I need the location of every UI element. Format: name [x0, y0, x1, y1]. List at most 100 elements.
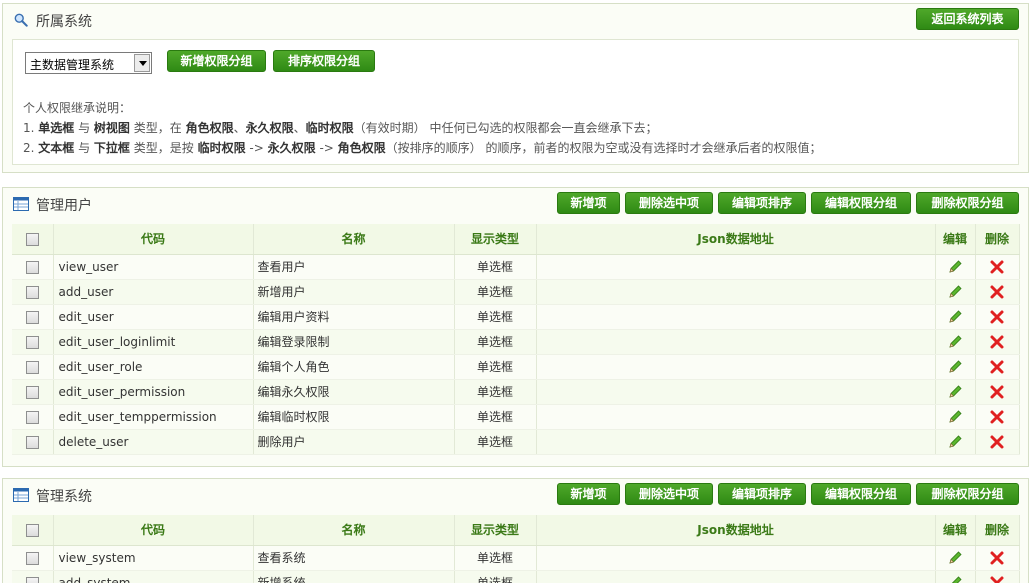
cell-name: 新增用户 — [253, 279, 455, 305]
row-checkbox[interactable] — [25, 285, 39, 299]
cell-code: add_user — [53, 279, 254, 305]
add-permission-group-button[interactable]: 新增权限分组 — [167, 50, 266, 72]
delete-selected-button[interactable]: 删除选中项 — [625, 192, 713, 214]
permission-table: 代码 名称 显示类型 Json数据地址 编辑 删除 view_system 查看系… — [12, 515, 1020, 583]
cell-type: 单选框 — [454, 379, 537, 405]
pencil-icon[interactable] — [947, 550, 963, 564]
cell-type: 单选框 — [454, 279, 537, 305]
cell-code: delete_user — [53, 429, 254, 455]
delete-selected-button[interactable]: 删除选中项 — [625, 483, 713, 505]
cell-name: 编辑用户资料 — [253, 304, 455, 330]
row-checkbox[interactable] — [25, 576, 39, 583]
cell-code: view_system — [53, 545, 254, 571]
table-row: add_user 新增用户 单选框 — [12, 279, 1020, 305]
table-row: edit_user 编辑用户资料 单选框 — [12, 304, 1020, 330]
cell-json — [536, 570, 936, 583]
table-icon — [13, 197, 29, 211]
permission-table: 代码 名称 显示类型 Json数据地址 编辑 删除 view_user 查看用户单… — [12, 224, 1020, 455]
column-type: 显示类型 — [454, 224, 537, 255]
cell-json — [536, 404, 936, 430]
permission-inheritance-description: 个人权限继承说明： 1. 单选框 与 树视图 类型，在 角色权限、永久权限、临时… — [23, 98, 821, 158]
red-x-icon[interactable] — [989, 384, 1005, 398]
select-all-checkbox[interactable] — [25, 232, 39, 246]
select-all-checkbox[interactable] — [25, 523, 39, 537]
row-checkbox[interactable] — [25, 335, 39, 349]
red-x-icon[interactable] — [989, 409, 1005, 423]
cell-type: 单选框 — [454, 404, 537, 430]
cell-name: 编辑临时权限 — [253, 404, 455, 430]
cell-type: 单选框 — [454, 354, 537, 380]
table-row: add_system 新增系统 单选框 — [12, 570, 1020, 583]
sort-items-button[interactable]: 编辑项排序 — [718, 483, 806, 505]
row-checkbox[interactable] — [25, 260, 39, 274]
column-delete: 删除 — [975, 224, 1020, 255]
pencil-icon[interactable] — [947, 334, 963, 348]
add-item-button[interactable]: 新增项 — [557, 192, 620, 214]
pencil-icon[interactable] — [947, 575, 963, 583]
pencil-icon[interactable] — [947, 434, 963, 448]
cell-json — [536, 545, 936, 571]
cell-json — [536, 304, 936, 330]
row-checkbox[interactable] — [25, 435, 39, 449]
cell-code: add_system — [53, 570, 254, 583]
system-panel-body: 主数据管理系统 新增权限分组 排序权限分组 个人权限继承说明： 1. 单选框 与… — [12, 39, 1019, 165]
row-checkbox[interactable] — [25, 385, 39, 399]
group-header: 管理系统 新增项 删除选中项 编辑项排序 编辑权限分组 删除权限分组 — [3, 479, 1028, 511]
desc-line-1: 1. 单选框 与 树视图 类型，在 角色权限、永久权限、临时权限（有效时期） 中… — [23, 121, 658, 135]
cell-name: 编辑个人角色 — [253, 354, 455, 380]
column-edit: 编辑 — [935, 224, 976, 255]
pencil-icon[interactable] — [947, 384, 963, 398]
magnifier-icon — [14, 13, 28, 27]
delete-permission-group-button[interactable]: 删除权限分组 — [916, 192, 1019, 214]
group-manage-system-panel: 管理系统 新增项 删除选中项 编辑项排序 编辑权限分组 删除权限分组 代码 名称… — [2, 478, 1029, 583]
row-checkbox[interactable] — [25, 310, 39, 324]
red-x-icon[interactable] — [989, 359, 1005, 373]
edit-permission-group-button[interactable]: 编辑权限分组 — [811, 483, 911, 505]
red-x-icon[interactable] — [989, 284, 1005, 298]
back-to-system-list-button[interactable]: 返回系统列表 — [916, 8, 1019, 30]
cell-json — [536, 254, 936, 280]
cell-code: edit_user — [53, 304, 254, 330]
add-item-button[interactable]: 新增项 — [557, 483, 620, 505]
system-panel-title: 所属系统 — [36, 14, 92, 30]
column-json: Json数据地址 — [536, 515, 936, 546]
column-type: 显示类型 — [454, 515, 537, 546]
sort-permission-group-button[interactable]: 排序权限分组 — [273, 50, 375, 72]
red-x-icon[interactable] — [989, 550, 1005, 564]
red-x-icon[interactable] — [989, 259, 1005, 273]
row-checkbox[interactable] — [25, 410, 39, 424]
desc-line-2: 2. 文本框 与 下拉框 类型，是按 临时权限 -> 永久权限 -> 角色权限（… — [23, 141, 822, 155]
pencil-icon[interactable] — [947, 309, 963, 323]
cell-code: edit_user_permission — [53, 379, 254, 405]
sort-items-button[interactable]: 编辑项排序 — [718, 192, 806, 214]
red-x-icon[interactable] — [989, 309, 1005, 323]
cell-name: 编辑永久权限 — [253, 379, 455, 405]
cell-name: 新增系统 — [253, 570, 455, 583]
red-x-icon[interactable] — [989, 334, 1005, 348]
red-x-icon[interactable] — [989, 575, 1005, 583]
cell-type: 单选框 — [454, 429, 537, 455]
chevron-down-icon[interactable] — [134, 54, 150, 72]
cell-code: edit_user_role — [53, 354, 254, 380]
pencil-icon[interactable] — [947, 409, 963, 423]
table-icon — [13, 488, 29, 502]
column-json: Json数据地址 — [536, 224, 936, 255]
system-select-value: 主数据管理系统 — [30, 58, 115, 72]
cell-type: 单选框 — [454, 545, 537, 571]
table-row: edit_user_loginlimit 编辑登录限制 单选框 — [12, 329, 1020, 355]
table-row: edit_user_role 编辑个人角色 单选框 — [12, 354, 1020, 380]
system-panel-header: 所属系统 返回系统列表 — [3, 4, 1028, 36]
cell-name: 查看系统 — [253, 545, 455, 571]
cell-type: 单选框 — [454, 254, 537, 280]
pencil-icon[interactable] — [947, 359, 963, 373]
edit-permission-group-button[interactable]: 编辑权限分组 — [811, 192, 911, 214]
delete-permission-group-button[interactable]: 删除权限分组 — [916, 483, 1019, 505]
system-select[interactable]: 主数据管理系统 — [25, 52, 152, 74]
row-checkbox[interactable] — [25, 360, 39, 374]
pencil-icon[interactable] — [947, 284, 963, 298]
cell-type: 单选框 — [454, 329, 537, 355]
row-checkbox[interactable] — [25, 551, 39, 565]
pencil-icon[interactable] — [947, 259, 963, 273]
cell-code: edit_user_temppermission — [53, 404, 254, 430]
red-x-icon[interactable] — [989, 434, 1005, 448]
